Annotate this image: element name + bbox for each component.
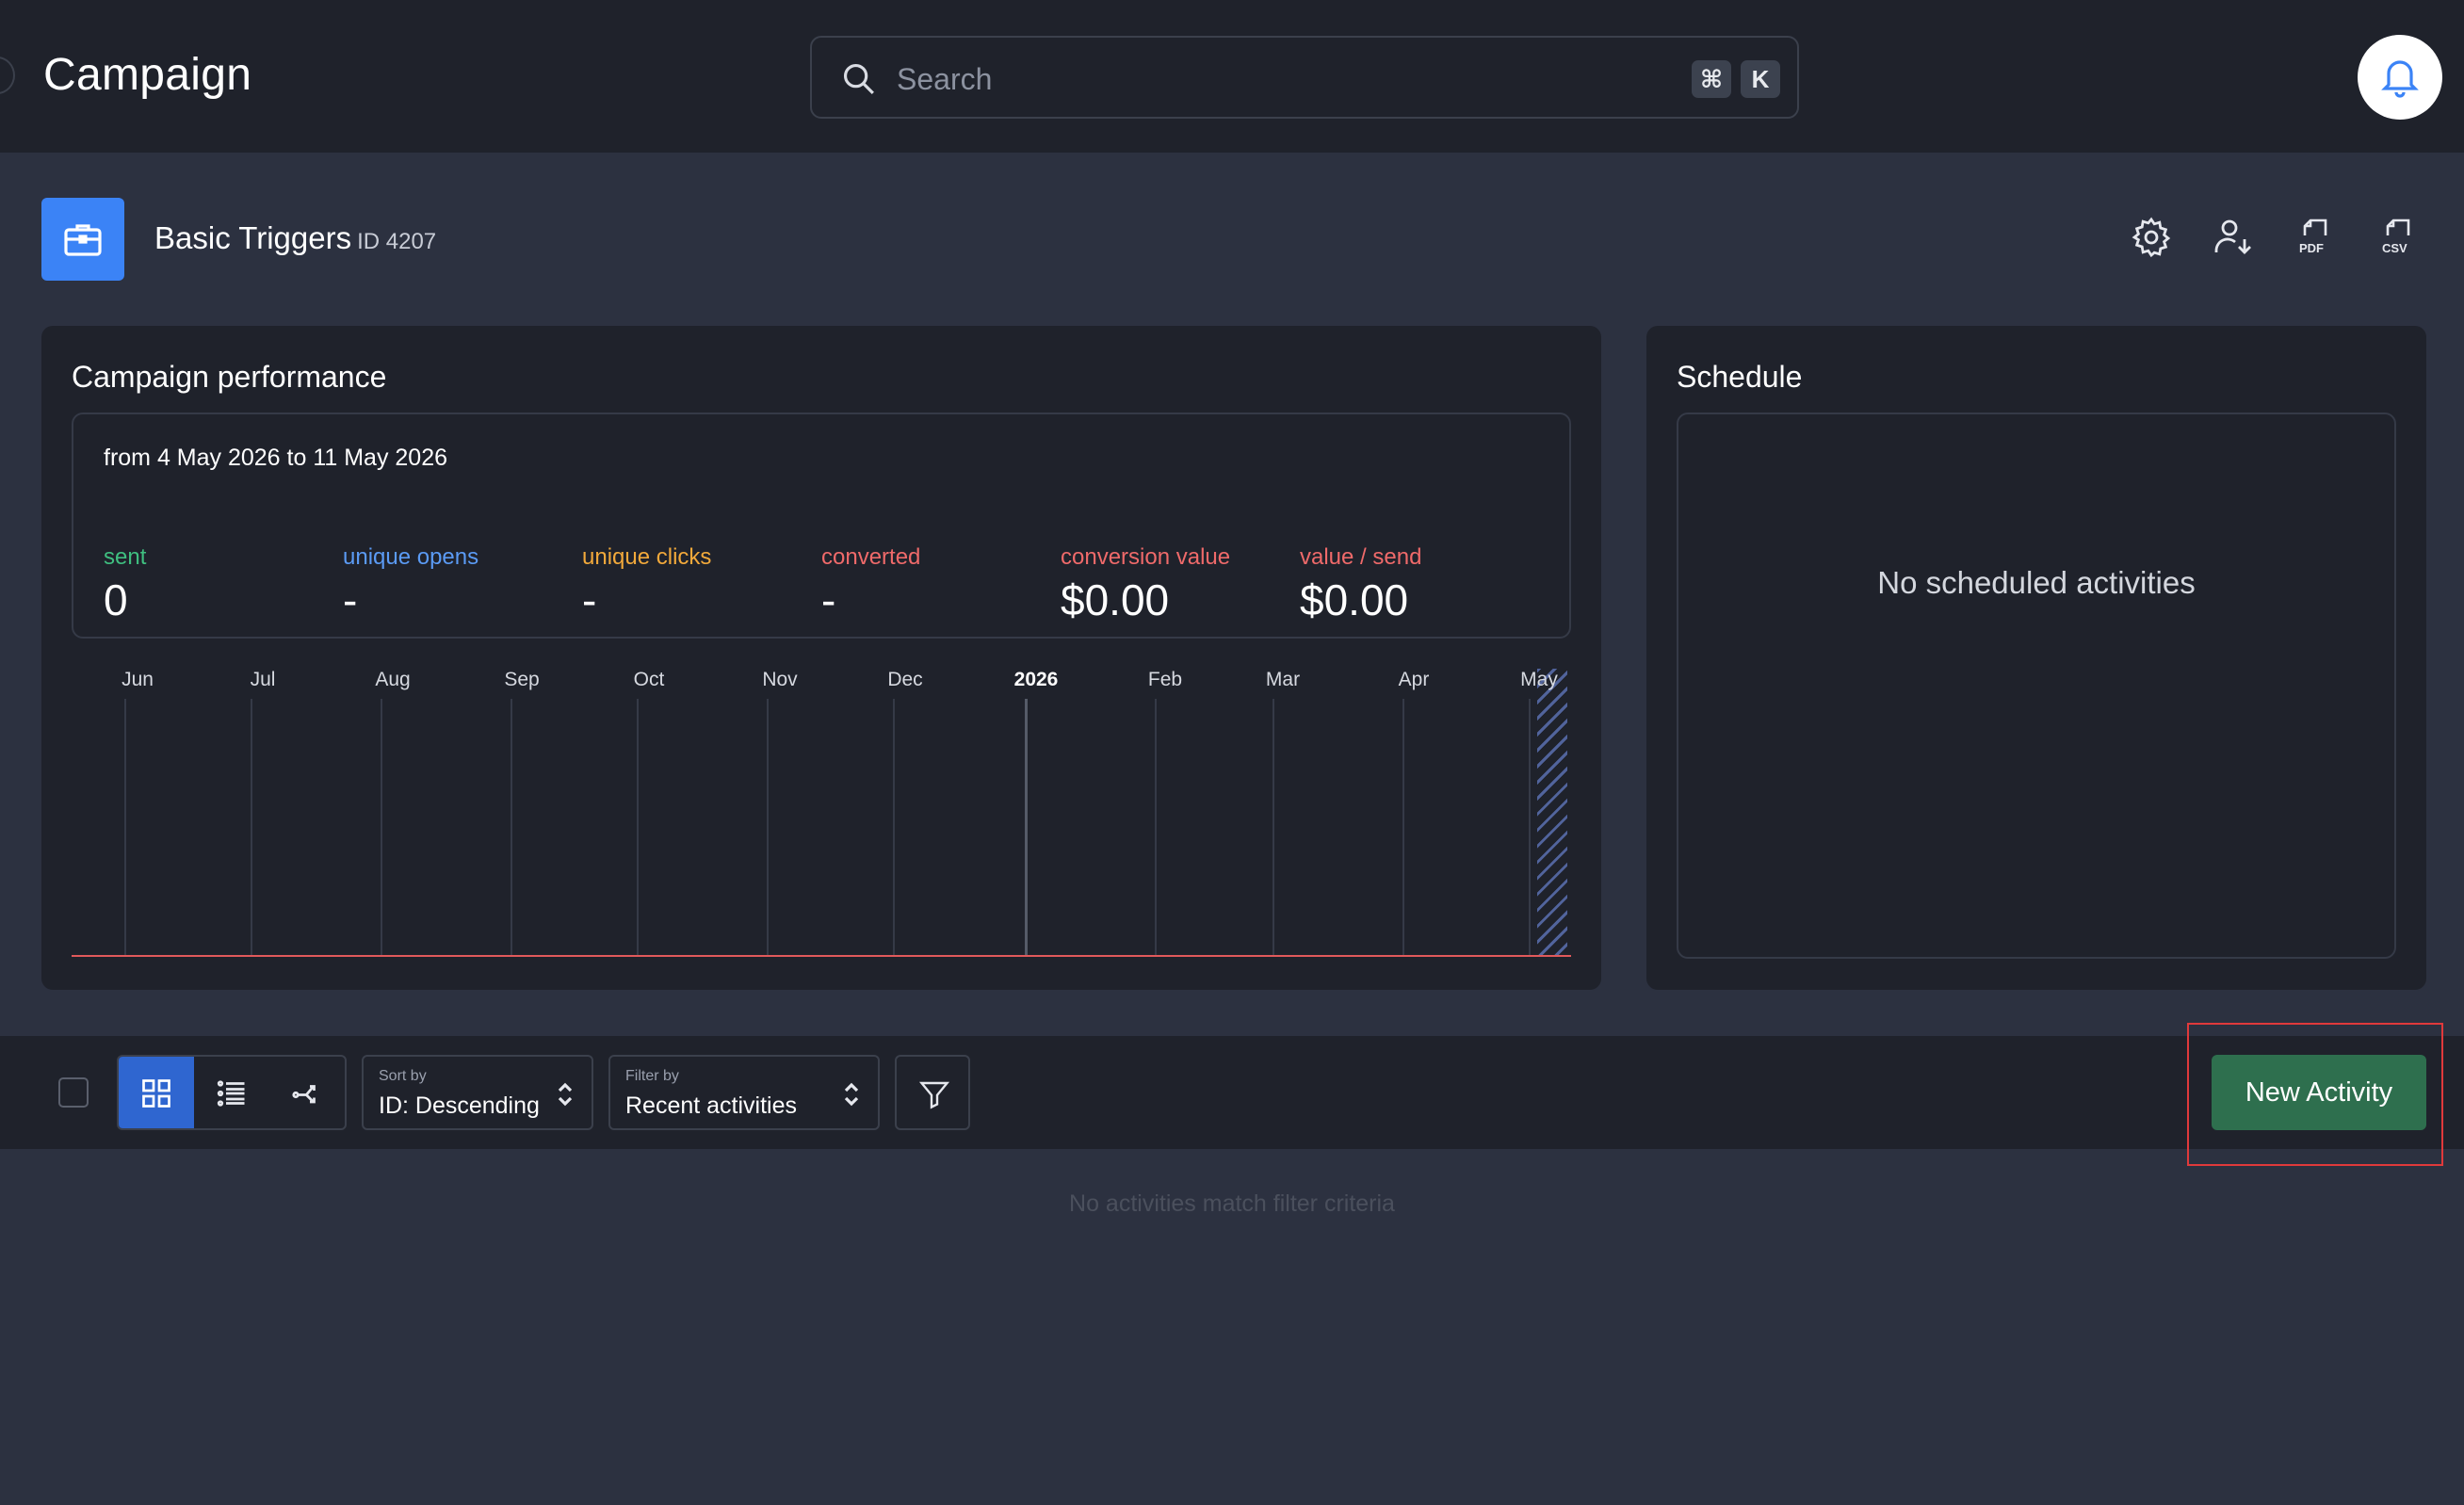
schedule-panel: No scheduled activities xyxy=(1677,413,2396,959)
export-contacts-button[interactable] xyxy=(2211,215,2256,260)
stat-label: conversion value xyxy=(1061,544,1231,570)
search-icon xyxy=(843,63,874,94)
stat-value: 0 xyxy=(104,575,128,624)
shortcut-key-cmd: ⌘ xyxy=(1692,60,1731,98)
settings-button[interactable] xyxy=(2129,215,2174,260)
chevron-up-down-icon xyxy=(844,1082,859,1107)
timeline-gridline xyxy=(511,699,512,955)
list-view-button[interactable] xyxy=(194,1057,269,1128)
timeline-label: 2026 xyxy=(1013,669,1059,690)
svg-text:CSV: CSV xyxy=(2382,241,2407,255)
activities-empty-text: No activities match filter criteria xyxy=(1069,1190,1395,1217)
timeline-label: Aug xyxy=(375,669,411,690)
search-box[interactable]: Search ⌘ K xyxy=(810,36,1799,119)
performance-title: Campaign performance xyxy=(72,360,387,394)
flow-view-button[interactable] xyxy=(269,1057,345,1128)
user-download-icon xyxy=(2214,219,2251,254)
timeline-gridline xyxy=(1155,699,1157,955)
collapse-sidebar-handle[interactable] xyxy=(0,57,15,94)
date-range: from 4 May 2026 to 11 May 2026 xyxy=(104,445,448,471)
timeline-label: Sep xyxy=(504,669,540,690)
export-pdf-button[interactable]: PDF xyxy=(2294,215,2339,260)
stat-value: - xyxy=(582,575,597,624)
timeline-gridline xyxy=(251,699,252,955)
schedule-title: Schedule xyxy=(1677,360,1803,394)
current-period-marker xyxy=(1537,669,1567,955)
timeline-gridline xyxy=(381,699,382,955)
campaign-title: Basic Triggers xyxy=(154,220,352,255)
timeline-gridline xyxy=(637,699,639,955)
timeline-gridline xyxy=(1273,699,1274,955)
sort-label: Sort by xyxy=(379,1068,427,1084)
timeline-gridline xyxy=(767,699,769,955)
stat-value: - xyxy=(821,575,836,624)
svg-text:PDF: PDF xyxy=(2299,241,2324,255)
grid-view-button[interactable] xyxy=(119,1057,194,1128)
campaign-performance-card: Campaign performance from 4 May 2026 to … xyxy=(41,326,1601,990)
timeline-baseline xyxy=(72,955,1571,957)
page-title: Campaign xyxy=(43,50,252,100)
timeline-label: Dec xyxy=(887,669,923,690)
timeline-label: Nov xyxy=(762,669,798,690)
search-input[interactable]: Search xyxy=(897,62,992,97)
timeline-label: Apr xyxy=(1398,669,1430,690)
advanced-filter-button[interactable] xyxy=(895,1055,970,1130)
stats-panel: from 4 May 2026 to 11 May 2026 sent 0 uniq… xyxy=(72,413,1571,639)
timeline-gridline xyxy=(1529,699,1531,955)
stat-label: sent xyxy=(104,544,147,570)
filter-value: Recent activities xyxy=(625,1092,798,1119)
timeline-gridline xyxy=(1025,699,1028,955)
filter-select[interactable]: Filter by Recent activities xyxy=(608,1055,880,1130)
briefcase-icon xyxy=(64,224,102,256)
flow-icon xyxy=(292,1085,316,1104)
timeline-label: Feb xyxy=(1147,669,1183,690)
view-mode-group xyxy=(117,1055,347,1130)
schedule-card: Schedule No scheduled activities xyxy=(1646,326,2426,990)
stat-label: unique opens xyxy=(343,544,479,570)
sort-value: ID: Descending xyxy=(379,1092,540,1119)
stat-label: converted xyxy=(821,544,921,570)
stat-label: value / send xyxy=(1300,544,1422,570)
highlight-box xyxy=(2187,1023,2443,1166)
stat-converted: converted - xyxy=(821,544,920,625)
schedule-empty-text: No scheduled activities xyxy=(1877,565,2196,600)
funnel-icon xyxy=(918,1081,950,1109)
timeline-gridline xyxy=(124,699,126,955)
stat-conversion-value: conversion value $0.00 xyxy=(1061,544,1230,625)
stat-unique-clicks: unique clicks - xyxy=(582,544,711,625)
stat-value-send: value / send $0.00 xyxy=(1300,544,1421,625)
export-csv-button[interactable]: CSV xyxy=(2376,215,2422,260)
timeline-gridline xyxy=(1402,699,1404,955)
stat-value: $0.00 xyxy=(1061,575,1170,624)
stat-unique-opens: unique opens - xyxy=(343,544,478,625)
campaign-id: ID 4207 xyxy=(357,229,437,254)
stat-sent: sent 0 xyxy=(104,544,146,625)
notifications-button[interactable] xyxy=(2358,35,2442,120)
timeline-label: Mar xyxy=(1265,669,1301,690)
activities-toolbar: Sort by ID: Descending Filter by Recent … xyxy=(0,1036,2464,1149)
csv-export-icon: CSV xyxy=(2382,218,2410,255)
sort-select[interactable]: Sort by ID: Descending xyxy=(362,1055,593,1130)
pdf-export-icon: PDF xyxy=(2299,218,2327,255)
campaign-name: Basic Triggers ID 4207 xyxy=(154,220,436,256)
list-icon xyxy=(217,1080,245,1107)
timeline-label: May xyxy=(1520,669,1558,690)
chevron-up-down-icon xyxy=(558,1082,573,1107)
timeline-label: Jul xyxy=(250,669,276,690)
top-bar: Campaign Search ⌘ K xyxy=(0,0,2464,153)
timeline-label: Jun xyxy=(122,669,154,690)
stat-value: - xyxy=(343,575,358,624)
shortcut-key-k: K xyxy=(1741,60,1780,98)
timeline-label: Oct xyxy=(633,669,665,690)
stat-value: $0.00 xyxy=(1300,575,1409,624)
select-all-checkbox[interactable] xyxy=(58,1077,89,1108)
grid-icon xyxy=(142,1079,170,1108)
bell-icon xyxy=(2381,60,2419,98)
campaign-badge xyxy=(41,198,124,281)
filter-label: Filter by xyxy=(625,1068,679,1084)
timeline-gridline xyxy=(893,699,895,955)
stat-label: unique clicks xyxy=(582,544,712,570)
activity-timeline: Jun Jul Aug Sep Oct Nov Dec 2026 Feb Mar Apr May xyxy=(72,669,1571,961)
settings-icon xyxy=(2132,217,2171,258)
